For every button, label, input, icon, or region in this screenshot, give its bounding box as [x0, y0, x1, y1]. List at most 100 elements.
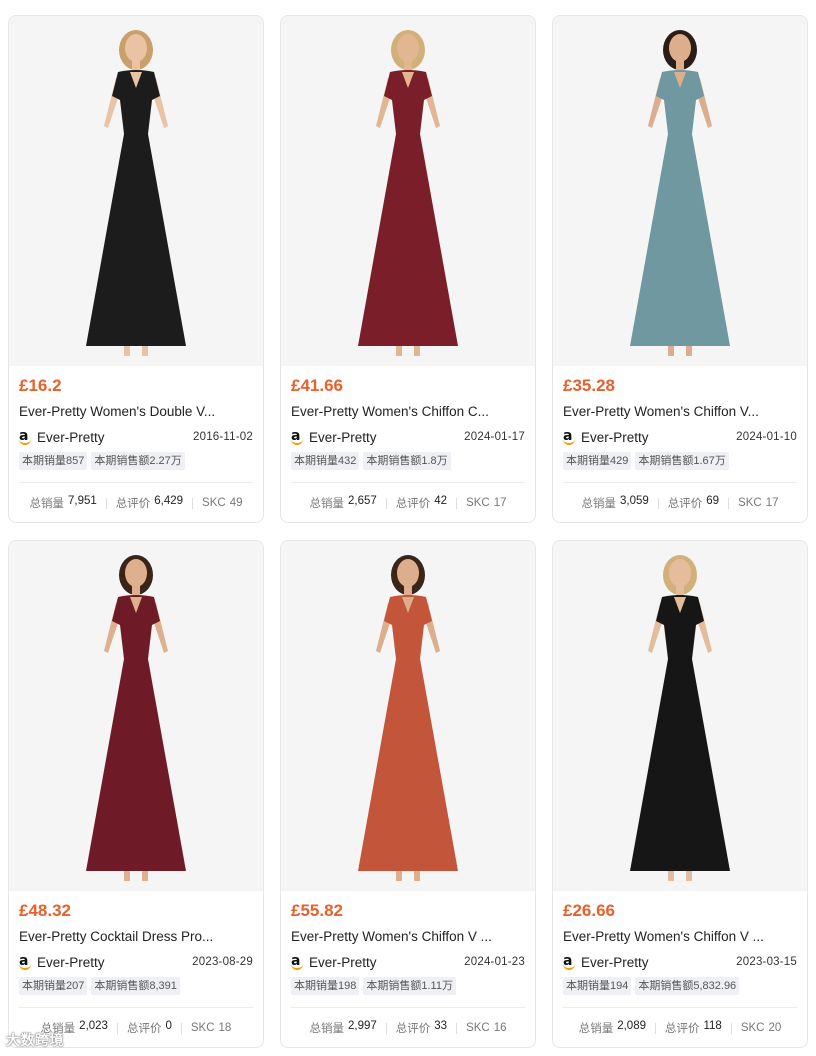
period-sales-tag: 本期销量207 — [19, 977, 88, 995]
seller-name: Ever-Pretty — [37, 954, 105, 970]
stats-row: 总销量 2,997 总评价 33 SKC 16 — [281, 1008, 535, 1047]
listing-date: 2016-11-02 — [193, 431, 253, 443]
stats-row: 总销量 3,059 总评价 69 SKC 17 — [553, 483, 807, 522]
skc-count: SKC 18 — [190, 1022, 232, 1034]
listing-date: 2024-01-17 — [464, 431, 525, 443]
skc-count: SKC 17 — [738, 497, 779, 509]
product-card[interactable]: £16.2 Ever-Pretty Women's Double V... a … — [8, 15, 264, 523]
product-card[interactable]: £55.82 Ever-Pretty Women's Chiffon V ...… — [280, 540, 536, 1048]
product-image[interactable] — [553, 16, 807, 366]
skc-count: SKC 49 — [202, 497, 243, 509]
seller-name: Ever-Pretty — [581, 954, 649, 970]
total-reviews: 总评价 42 — [395, 495, 448, 510]
dress-model-image — [630, 30, 730, 356]
product-title[interactable]: Ever-Pretty Women's Chiffon V ... — [563, 928, 797, 946]
product-title[interactable]: Ever-Pretty Women's Double V... — [19, 403, 253, 421]
dress-model-image — [358, 555, 458, 881]
total-sales: 总销量 2,657 — [309, 495, 377, 510]
product-price: £26.66 — [563, 901, 615, 920]
seller[interactable]: a Ever-Pretty — [19, 954, 105, 970]
product-title[interactable]: Ever-Pretty Women's Chiffon V ... — [291, 928, 525, 946]
period-revenue-tag: 本期销售额8,391 — [91, 977, 180, 995]
product-price: £48.32 — [19, 901, 71, 920]
amazon-icon: a — [291, 429, 304, 445]
amazon-icon: a — [563, 954, 576, 970]
period-sales-tag: 本期销量194 — [563, 977, 632, 995]
seller-name: Ever-Pretty — [581, 429, 649, 445]
seller-name: Ever-Pretty — [309, 954, 377, 970]
product-card[interactable]: £41.66 Ever-Pretty Women's Chiffon C... … — [280, 15, 536, 523]
seller-name: Ever-Pretty — [309, 429, 377, 445]
listing-date: 2024-01-23 — [464, 956, 525, 968]
seller[interactable]: a Ever-Pretty — [291, 429, 377, 445]
product-image[interactable] — [9, 541, 263, 891]
amazon-icon: a — [291, 954, 304, 970]
total-reviews: 总评价 33 — [395, 1020, 448, 1035]
period-sales-tag: 本期销量432 — [291, 452, 360, 470]
dress-model-image — [86, 30, 186, 356]
stats-row: 总销量 2,657 总评价 42 SKC 17 — [281, 483, 535, 522]
period-revenue-tag: 本期销售额1.67万 — [635, 452, 729, 470]
product-title[interactable]: Ever-Pretty Women's Chiffon C... — [291, 403, 525, 421]
product-image[interactable] — [9, 16, 263, 366]
period-sales-tag: 本期销量857 — [19, 452, 88, 470]
period-sales-tag: 本期销量429 — [563, 452, 632, 470]
period-sales-tag: 本期销量198 — [291, 977, 360, 995]
total-sales: 总销量 2,089 — [578, 1020, 646, 1035]
separator — [116, 1022, 118, 1034]
separator — [730, 1022, 732, 1034]
listing-date: 2023-08-29 — [192, 956, 253, 968]
product-price: £35.28 — [563, 376, 615, 395]
dress-model-image — [358, 30, 458, 356]
separator — [105, 497, 107, 509]
period-revenue-tag: 本期销售额2.27万 — [91, 452, 185, 470]
dress-model-image — [86, 555, 186, 881]
skc-count: SKC 16 — [466, 1022, 507, 1034]
period-revenue-tag: 本期销售额1.8万 — [363, 452, 451, 470]
period-revenue-tag: 本期销售额1.11万 — [363, 977, 456, 995]
product-card[interactable]: £48.32 Ever-Pretty Cocktail Dress Pro...… — [8, 540, 264, 1048]
listing-date: 2024-01-10 — [736, 431, 797, 443]
separator — [385, 1022, 387, 1034]
watermark: 大数跨境 — [6, 1032, 64, 1048]
product-price: £16.2 — [19, 376, 62, 395]
seller[interactable]: a Ever-Pretty — [563, 429, 649, 445]
total-reviews: 总评价 6,429 — [115, 495, 184, 510]
amazon-icon: a — [563, 429, 576, 445]
separator — [728, 497, 730, 509]
seller[interactable]: a Ever-Pretty — [563, 954, 649, 970]
separator — [456, 1022, 458, 1034]
total-sales: 总销量 7,951 — [29, 495, 97, 510]
separator — [654, 1022, 656, 1034]
product-price: £55.82 — [291, 901, 343, 920]
period-revenue-tag: 本期销售额5,832.96 — [635, 977, 740, 995]
separator — [180, 1022, 182, 1034]
amazon-icon: a — [19, 954, 32, 970]
total-reviews: 总评价 69 — [667, 495, 720, 510]
listing-date: 2023-03-15 — [736, 956, 797, 968]
separator — [456, 497, 458, 509]
skc-count: SKC 17 — [466, 497, 507, 509]
total-reviews: 总评价 0 — [126, 1020, 172, 1035]
product-image[interactable] — [281, 16, 535, 366]
product-price: £41.66 — [291, 376, 343, 395]
total-sales: 总销量 2,997 — [309, 1020, 377, 1035]
total-reviews: 总评价 118 — [664, 1020, 722, 1035]
product-image[interactable] — [281, 541, 535, 891]
product-image[interactable] — [553, 541, 807, 891]
product-grid: £16.2 Ever-Pretty Women's Double V... a … — [8, 15, 808, 1048]
product-title[interactable]: Ever-Pretty Cocktail Dress Pro... — [19, 928, 253, 946]
amazon-icon: a — [19, 429, 32, 445]
skc-count: SKC 20 — [740, 1022, 782, 1034]
dress-model-image — [630, 555, 730, 881]
total-sales: 总销量 3,059 — [581, 495, 649, 510]
product-card[interactable]: £35.28 Ever-Pretty Women's Chiffon V... … — [552, 15, 808, 523]
seller[interactable]: a Ever-Pretty — [291, 954, 377, 970]
separator — [385, 497, 387, 509]
separator — [657, 497, 659, 509]
product-card[interactable]: £26.66 Ever-Pretty Women's Chiffon V ...… — [552, 540, 808, 1048]
seller-name: Ever-Pretty — [37, 429, 105, 445]
separator — [192, 497, 194, 509]
product-title[interactable]: Ever-Pretty Women's Chiffon V... — [563, 403, 797, 421]
seller[interactable]: a Ever-Pretty — [19, 429, 105, 445]
